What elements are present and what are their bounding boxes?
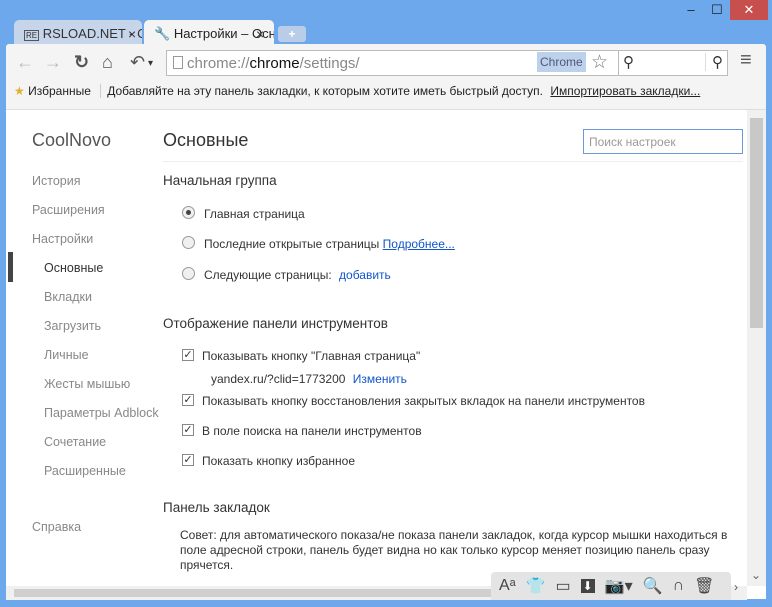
sidebar-item-extensions[interactable]: Расширения bbox=[32, 203, 105, 217]
checkbox-search-field[interactable]: ✓ bbox=[182, 424, 194, 436]
radio-home-page[interactable] bbox=[182, 206, 195, 219]
download-icon[interactable]: ⬇ bbox=[580, 579, 595, 593]
sidebar-sub-adblock[interactable]: Параметры Adblock bbox=[44, 406, 159, 420]
sidebar-sub-downloads[interactable]: Загрузить bbox=[44, 319, 101, 333]
startup-heading: Начальная группа bbox=[163, 173, 277, 188]
search-engine-icon[interactable]: ⚲ bbox=[623, 53, 634, 71]
wrench-icon: 🔧 bbox=[154, 26, 171, 41]
sidebar-item-settings[interactable]: Настройки bbox=[32, 232, 93, 246]
toolbar-heading: Отображение панели инструментов bbox=[163, 316, 388, 331]
sidebar-sub-personal[interactable]: Личные bbox=[44, 348, 89, 362]
magnifier-icon[interactable]: 🔍 bbox=[643, 576, 663, 596]
undo-menu-icon[interactable]: ▾ bbox=[148, 58, 153, 69]
ie-tab-icon[interactable]: ▭ bbox=[556, 576, 571, 596]
radio-next-pages[interactable] bbox=[182, 267, 195, 280]
brand: CoolNovo bbox=[32, 130, 112, 150]
font-size-icon[interactable]: Aᵃ bbox=[499, 577, 516, 595]
url-host: chrome bbox=[249, 55, 300, 72]
bottom-toolbar: Aᵃ 👕 ▭ ⬇ 📷▾ 🔍 ∩ 🗑 bbox=[491, 572, 731, 600]
page-icon bbox=[173, 56, 183, 69]
import-bookmarks-link[interactable]: Импортировать закладки... bbox=[550, 84, 700, 98]
close-window-button[interactable]: ✕ bbox=[730, 0, 768, 20]
url-scheme: chrome:// bbox=[187, 55, 250, 72]
favorites-button[interactable]: Избранные bbox=[28, 84, 91, 98]
radio-label: Главная страница bbox=[204, 207, 305, 221]
settings-page: CoolNovo История Расширения Настройки Ос… bbox=[6, 109, 766, 600]
checkbox-label: Показывать кнопку восстановления закрыты… bbox=[202, 394, 645, 408]
more-link[interactable]: Подробнее... bbox=[383, 237, 455, 251]
tab-settings[interactable]: 🔧 Настройки – Основные bbox=[144, 20, 274, 45]
maximize-button[interactable]: ☐ bbox=[704, 0, 730, 20]
tab-close[interactable]: × bbox=[128, 26, 136, 42]
sidebar-sub-advanced[interactable]: Расширенные bbox=[44, 464, 126, 478]
bookmarks-hint: Добавляйте на эту панель закладки, к кот… bbox=[107, 84, 543, 98]
toolbar: ← → ↻ ⌂ ↶ ▾ chrome://chrome/settings/ Ch… bbox=[6, 44, 766, 109]
checkbox-restore-tabs[interactable]: ✓ bbox=[182, 394, 194, 406]
undo-close-tab-button[interactable]: ↶ bbox=[130, 52, 145, 73]
option-text: Последние открытые страницы bbox=[204, 237, 380, 251]
toolbar-expand-arrow[interactable]: › bbox=[734, 580, 738, 594]
site-icon: RE bbox=[24, 30, 40, 41]
home-button[interactable]: ⌂ bbox=[102, 52, 113, 73]
scroll-down-button[interactable]: ⌄ bbox=[751, 568, 761, 582]
radio-label: Следующие страницы: добавить bbox=[204, 268, 391, 282]
tab-rsload[interactable]: RE RSLOAD.NET - Скачать сс bbox=[14, 20, 142, 45]
sidebar-sub-shortcuts[interactable]: Сочетание bbox=[44, 435, 106, 449]
headphones-icon[interactable]: ∩ bbox=[673, 577, 685, 595]
sidebar-sub-gestures[interactable]: Жесты мышью bbox=[44, 377, 130, 391]
checkbox-label: В поле поиска на панели инструментов bbox=[202, 424, 422, 438]
bookmarks-tip: Совет: для автоматического показа/не пок… bbox=[180, 528, 728, 572]
address-bar[interactable]: chrome://chrome/settings/ Chrome ☆ bbox=[166, 50, 620, 76]
camera-icon[interactable]: 📷▾ bbox=[605, 576, 633, 596]
sidebar-sub-basics[interactable]: Основные bbox=[44, 261, 103, 275]
vertical-scrollbar[interactable] bbox=[747, 110, 766, 586]
sidebar-item-help[interactable]: Справка bbox=[32, 520, 81, 534]
sidebar-item-history[interactable]: История bbox=[32, 174, 80, 188]
search-box[interactable]: ⚲ ⚲ bbox=[618, 50, 728, 76]
radio-last-pages[interactable] bbox=[182, 236, 195, 249]
radio-label: Последние открытые страницы Подробнее... bbox=[204, 237, 455, 251]
home-url-row: yandex.ru/?clid=1773200 Изменить bbox=[211, 372, 407, 386]
selected-indicator bbox=[8, 252, 13, 282]
page-title: Основные bbox=[163, 130, 249, 150]
add-pages-link[interactable]: добавить bbox=[339, 268, 391, 282]
tshirt-icon[interactable]: 👕 bbox=[526, 576, 546, 596]
minimize-button[interactable]: ‒ bbox=[678, 0, 704, 20]
forward-button[interactable]: → bbox=[44, 52, 62, 73]
checkbox-label: Показать кнопку избранное bbox=[202, 454, 356, 468]
trash-icon[interactable]: 🗑 bbox=[694, 576, 714, 596]
change-home-link[interactable]: Изменить bbox=[353, 372, 407, 386]
search-settings-input[interactable]: Поиск настроек bbox=[583, 129, 743, 154]
menu-button[interactable]: ≡ bbox=[740, 49, 752, 72]
search-button[interactable]: ⚲ bbox=[705, 53, 723, 71]
favorites-star-icon: ★ bbox=[14, 84, 25, 98]
checkbox-label: Показывать кнопку "Главная страница" bbox=[202, 349, 421, 363]
bookmarks-bar: ★ Избранные Добавляйте на эту панель зак… bbox=[14, 84, 700, 98]
bookmarks-heading: Панель закладок bbox=[163, 500, 270, 515]
bookmark-star-icon[interactable]: ☆ bbox=[591, 51, 608, 74]
reload-button[interactable]: ↻ bbox=[74, 52, 89, 73]
url-path: /settings/ bbox=[299, 55, 360, 72]
hscroll-thumb[interactable] bbox=[14, 589, 494, 597]
chrome-badge: Chrome bbox=[537, 52, 586, 72]
sidebar-sub-tabs[interactable]: Вкладки bbox=[44, 290, 92, 304]
checkbox-favorites[interactable]: ✓ bbox=[182, 454, 194, 466]
option-text: Следующие страницы: bbox=[204, 268, 332, 282]
checkbox-show-home[interactable]: ✓ bbox=[182, 349, 194, 361]
home-url: yandex.ru/?clid=1773200 bbox=[211, 372, 346, 386]
new-tab-button[interactable]: + bbox=[278, 26, 306, 42]
divider bbox=[163, 161, 743, 162]
back-button[interactable]: ← bbox=[16, 52, 34, 73]
tab-close[interactable]: × bbox=[256, 26, 264, 42]
scrollbar-thumb[interactable] bbox=[750, 118, 763, 328]
